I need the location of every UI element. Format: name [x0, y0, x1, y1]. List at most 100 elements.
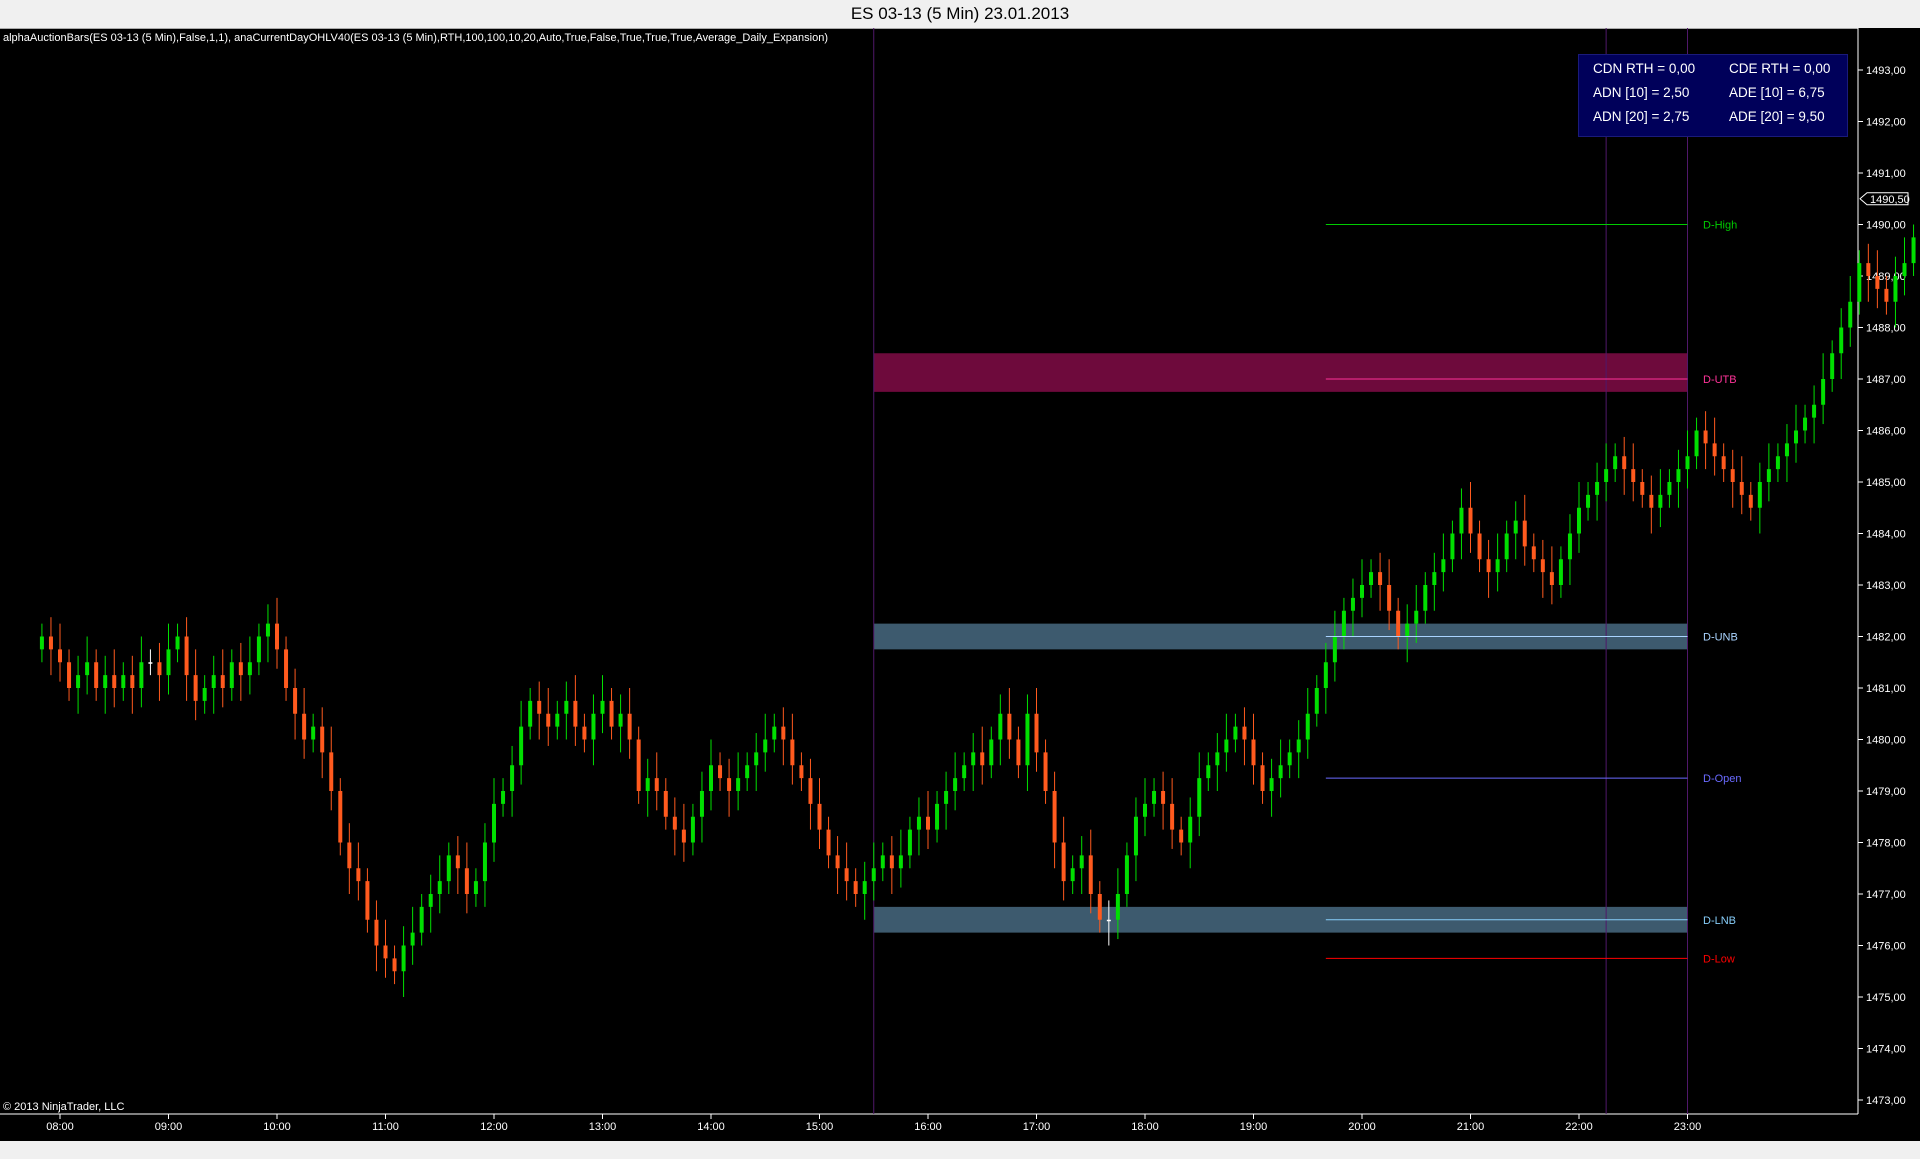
candle-body — [953, 778, 958, 791]
candle-body — [817, 803, 822, 830]
x-tick-label: 10:00 — [263, 1121, 291, 1133]
candle-body — [907, 829, 912, 856]
candle-body — [401, 945, 406, 972]
y-tick-label: 1485,00 — [1866, 477, 1906, 489]
candle-body — [1360, 585, 1364, 598]
candle-body — [1088, 855, 1093, 894]
candle-body — [1766, 469, 1771, 482]
candle-body — [1857, 263, 1862, 302]
candle-body — [1188, 816, 1193, 843]
candle-body — [862, 881, 867, 894]
candle-body — [1586, 494, 1591, 508]
y-tick-label: 1479,00 — [1866, 786, 1906, 798]
candle-body — [1007, 713, 1012, 740]
x-tick-label: 23:00 — [1674, 1121, 1702, 1133]
candle-body — [157, 662, 162, 676]
candle-body — [690, 816, 695, 843]
y-tick-label: 1474,00 — [1866, 1044, 1906, 1056]
candle-body — [1522, 520, 1527, 547]
window-title: ES 03-13 (5 Min) 23.01.2013 — [850, 4, 1070, 23]
candle-body — [1613, 456, 1618, 470]
candle-body — [1540, 559, 1545, 573]
candle-body — [356, 868, 361, 882]
candle-body — [1079, 855, 1084, 869]
candle-body — [103, 675, 108, 688]
candle-body — [1595, 482, 1600, 495]
candle-body — [790, 739, 795, 766]
candle-body — [935, 803, 940, 830]
candle-body — [1875, 276, 1880, 289]
candle-body — [600, 700, 605, 714]
candle-body — [121, 675, 126, 688]
candle-body — [1378, 572, 1383, 585]
candle-body — [1848, 301, 1853, 328]
candle-body — [546, 713, 551, 727]
candle-body — [1251, 739, 1256, 766]
candle-body — [1206, 765, 1211, 779]
candle-body — [718, 765, 723, 779]
candle-body — [1558, 559, 1563, 585]
candle-body — [1332, 636, 1337, 663]
y-tick-label: 1491,00 — [1866, 168, 1906, 180]
candle-body — [1423, 585, 1428, 611]
candle-body — [971, 752, 976, 766]
x-tick-label: 20:00 — [1348, 1121, 1376, 1133]
candle-body — [1405, 623, 1410, 637]
candle-body — [492, 803, 496, 843]
candle-body — [175, 636, 180, 650]
candle-body — [473, 881, 478, 894]
candle-body — [844, 868, 849, 882]
chart-window: ES 03-13 (5 Min) 23.01.2013 1473,00 1474,… — [0, 0, 1920, 1159]
candle-body — [1513, 520, 1518, 534]
candle-body — [1278, 765, 1283, 779]
candle-body — [1504, 533, 1509, 560]
candle-body — [1658, 494, 1663, 508]
candle-body — [1369, 572, 1374, 585]
candle-body — [699, 791, 704, 817]
candle-body — [320, 726, 325, 753]
x-tick-label: 09:00 — [155, 1121, 183, 1133]
candle-body — [76, 675, 81, 688]
candle-body — [1757, 482, 1762, 508]
candle-body — [709, 765, 713, 791]
candle-body — [1649, 494, 1654, 508]
candle-body — [627, 713, 632, 740]
candle-body — [58, 649, 62, 663]
candle-body — [944, 791, 949, 804]
level-label-d-open: D-Open — [1703, 773, 1742, 785]
candle-body — [482, 842, 487, 882]
candle-body — [510, 765, 515, 791]
candle-body — [1432, 572, 1437, 585]
candle-body — [555, 713, 560, 727]
candle-body — [582, 726, 587, 740]
indicator-label: alphaAuctionBars(ES 03-13 (5 Min),False,… — [3, 32, 828, 44]
candle-body — [573, 700, 578, 727]
candle-body — [48, 636, 53, 650]
candle-body — [1468, 507, 1473, 534]
stat-ade-20: ADE [20] = 9,50 — [1729, 109, 1825, 124]
candle-body — [1441, 559, 1446, 573]
y-tick-label: 1490,00 — [1866, 220, 1906, 232]
price-chart[interactable]: 1473,00 1474,00 1475,00 1476,00 1477,00 1478,… — [0, 28, 1920, 1141]
y-tick-label: 1482,00 — [1866, 632, 1906, 644]
x-tick-label: 08:00 — [46, 1121, 74, 1133]
x-tick-label: 21:00 — [1457, 1121, 1485, 1133]
candle-body — [745, 765, 750, 779]
candle-body — [365, 881, 370, 920]
candle-body — [1902, 263, 1907, 276]
level-label-d-utb: D-UTB — [1703, 374, 1737, 386]
candle-body — [1152, 791, 1157, 804]
candle-body — [727, 778, 732, 791]
candle-body — [284, 649, 289, 688]
candle-body — [94, 662, 99, 688]
x-tick-label: 18:00 — [1131, 1121, 1159, 1133]
candle-body — [1450, 533, 1455, 560]
candle-body — [1269, 778, 1274, 791]
candle-body — [889, 855, 894, 869]
candle-body — [1115, 894, 1120, 920]
candle-body — [265, 623, 270, 637]
candle-body — [247, 662, 252, 676]
candle-body — [1233, 726, 1238, 740]
candle-body — [383, 945, 388, 959]
candle-body — [1495, 559, 1500, 573]
